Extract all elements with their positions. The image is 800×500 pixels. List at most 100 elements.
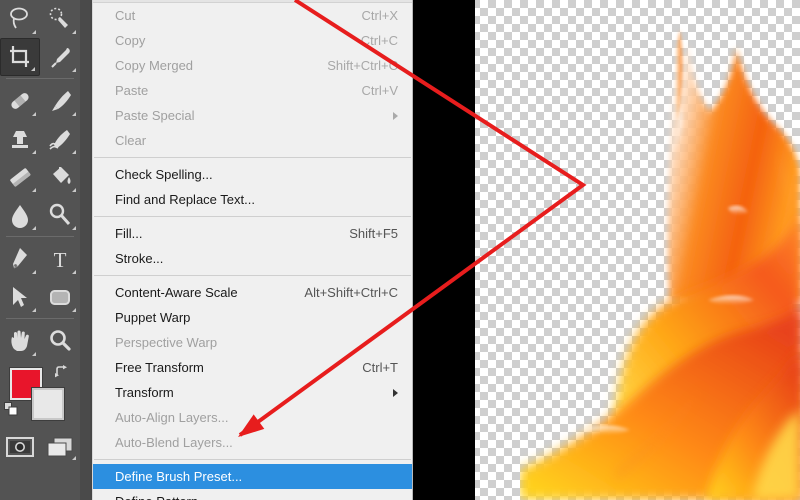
flyout-corner-icon (72, 150, 76, 154)
rounded-rectangle-icon (50, 290, 70, 305)
menu-item-label: Transform (115, 385, 174, 400)
tool-row (0, 196, 80, 234)
tool-blur[interactable] (0, 196, 40, 234)
menu-item-label: Puppet Warp (115, 310, 191, 325)
tool-brush[interactable] (40, 82, 80, 120)
tool-row (0, 120, 80, 158)
menu-item[interactable]: Fill... Shift+F5 (93, 221, 412, 246)
flyout-corner-icon (32, 352, 36, 356)
menu-item[interactable]: Transform (93, 380, 412, 405)
menu-item[interactable]: Check Spelling... (93, 162, 412, 187)
quick-mask-button[interactable] (0, 430, 40, 464)
menu-item-label: Paste (115, 83, 149, 98)
flyout-corner-icon (72, 30, 76, 34)
screen-mode-button[interactable] (40, 430, 80, 464)
tool-row (0, 158, 80, 196)
brush-icon (52, 91, 71, 111)
stamp-icon (12, 131, 28, 148)
flyout-corner-icon (72, 188, 76, 192)
menu-item[interactable]: Find and Replace Text... (93, 187, 412, 212)
menu-item-shortcut: Ctrl+C (360, 33, 398, 48)
tool-separator (6, 236, 74, 237)
menu-item: Auto-Align Layers... (93, 405, 412, 430)
quick-mask-icon (6, 437, 34, 457)
tool-spot-healing[interactable] (0, 82, 40, 120)
lasso-icon (10, 7, 28, 29)
path-arrow-icon (13, 287, 27, 307)
menu-item-label: Check Spelling... (115, 167, 213, 182)
default-colors-icon[interactable] (4, 402, 18, 416)
menu-item: Auto-Blend Layers... (93, 430, 412, 455)
flyout-corner-icon (32, 188, 36, 192)
menu-item-label: Free Transform (115, 360, 204, 375)
tool-eyedropper[interactable] (40, 38, 80, 76)
menu-item-label: Define Brush Preset... (115, 469, 243, 484)
tool-zoom[interactable] (40, 322, 80, 360)
tools-panel[interactable]: T (0, 0, 81, 500)
menu-separator (94, 275, 411, 276)
type-icon: T (54, 248, 67, 272)
submenu-arrow-icon (393, 112, 398, 120)
tool-separator (6, 318, 74, 319)
flyout-corner-icon (72, 308, 76, 312)
menu-item: Perspective Warp (93, 330, 412, 355)
edit-context-menu[interactable]: Cut Ctrl+X Copy Ctrl+C Copy Merged Shift+Ctrl… (92, 0, 413, 500)
menu-separator (94, 459, 411, 460)
tool-rectangle[interactable] (40, 278, 80, 316)
mode-controls (0, 430, 80, 464)
menu-item-label: Find and Replace Text... (115, 192, 255, 207)
tool-row: T (0, 240, 80, 278)
menu-item-label: Auto-Blend Layers... (115, 435, 233, 450)
tool-path-selection[interactable] (0, 278, 40, 316)
menu-separator (94, 216, 411, 217)
menu-item: Paste Ctrl+V (93, 78, 412, 103)
tool-row (0, 38, 80, 76)
menu-item[interactable]: Stroke... (93, 246, 412, 271)
blur-drop-icon (12, 205, 28, 228)
tool-lasso[interactable] (0, 0, 40, 38)
menu-item[interactable]: Define Brush Preset... (93, 464, 412, 489)
tool-row (0, 322, 80, 360)
crop-icon (10, 46, 29, 67)
magnifier-icon (50, 330, 71, 351)
menu-item-shortcut: Ctrl+V (361, 83, 398, 98)
flyout-corner-icon (72, 112, 76, 116)
menu-item-label: Perspective Warp (115, 335, 218, 350)
tool-separator (6, 78, 74, 79)
tool-gradient[interactable] (40, 158, 80, 196)
tool-type[interactable]: T (40, 240, 80, 278)
tool-crop[interactable] (0, 38, 40, 76)
color-controls (0, 360, 80, 430)
tool-history-brush[interactable] (40, 120, 80, 158)
bandage-icon (11, 93, 29, 109)
screen-mode-icon (47, 437, 73, 457)
menu-item-shortcut: Ctrl+T (362, 360, 398, 375)
flyout-corner-icon (72, 226, 76, 230)
tool-hand[interactable] (0, 322, 40, 360)
flyout-corner-icon (72, 270, 76, 274)
tool-eraser[interactable] (0, 158, 40, 196)
background-color-swatch[interactable] (32, 388, 64, 420)
flyout-corner-icon (72, 68, 76, 72)
tool-pen[interactable] (0, 240, 40, 278)
menu-item-shortcut: Shift+Ctrl+C (327, 58, 398, 73)
menu-item-label: Fill... (115, 226, 143, 241)
flyout-corner-icon (31, 67, 35, 71)
tool-dodge[interactable] (40, 196, 80, 234)
menu-item[interactable]: Puppet Warp (93, 305, 412, 330)
menu-item[interactable]: Content-Aware Scale Alt+Shift+Ctrl+C (93, 280, 412, 305)
flyout-corner-icon (32, 30, 36, 34)
menu-item-label: Clear (115, 133, 147, 148)
menu-item: Paste Special (93, 103, 412, 128)
tool-clone-stamp[interactable] (0, 120, 40, 158)
hand-icon (11, 330, 29, 351)
menu-item-shortcut: Alt+Shift+Ctrl+C (304, 285, 398, 300)
flyout-corner-icon (32, 150, 36, 154)
menu-item[interactable]: Free Transform Ctrl+T (93, 355, 412, 380)
dodge-icon (49, 203, 71, 225)
menu-item[interactable]: Define Pattern... (93, 489, 412, 500)
tool-quick-selection[interactable] (40, 0, 80, 38)
tool-row (0, 0, 80, 38)
swap-colors-icon[interactable] (54, 364, 70, 380)
svg-text:T: T (54, 248, 67, 272)
